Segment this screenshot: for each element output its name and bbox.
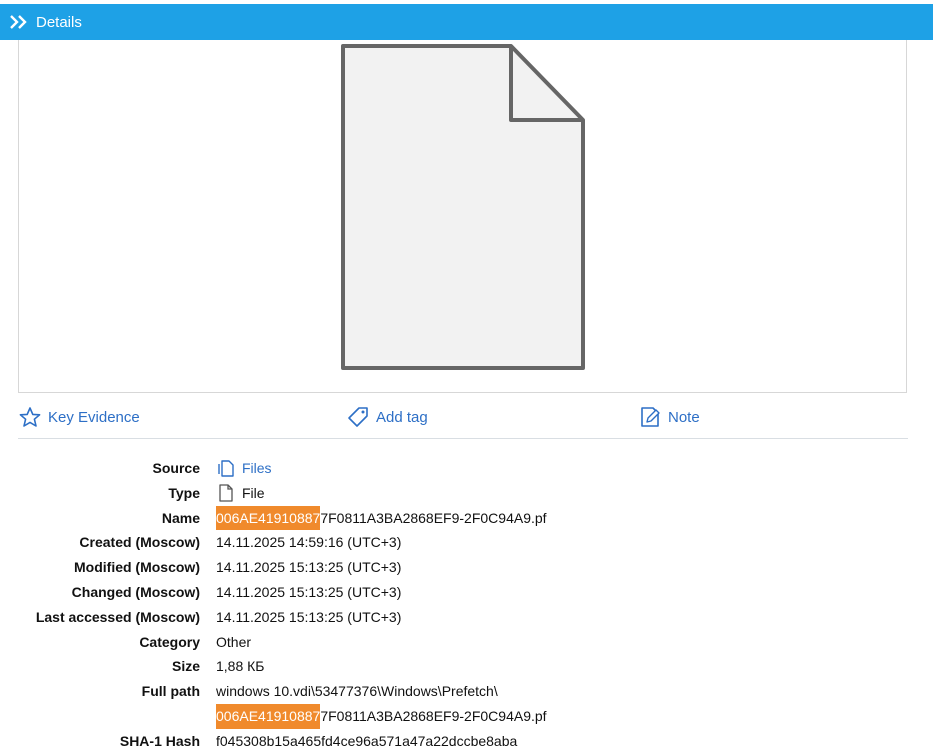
properties-list: Source Files Type File Name 006AE4191088… (0, 456, 933, 754)
property-name: Name 006AE41910887 7F0811A3BA2868EF9-2F0C… (0, 505, 933, 531)
property-type: Type File (0, 481, 933, 506)
property-size: Size 1,88 КБ (0, 654, 933, 679)
key-evidence-button[interactable]: Key Evidence (18, 402, 140, 432)
type-value: File (242, 484, 265, 501)
property-label: Category (139, 633, 200, 650)
file-icon (216, 483, 236, 503)
property-modified: Modified (Moscow) 14.11.2025 15:13:25 (U… (0, 555, 933, 580)
property-label: Type (168, 484, 200, 501)
file-preview (18, 40, 907, 393)
action-bar: Key Evidence Add tag Note (18, 402, 908, 439)
key-evidence-label: Key Evidence (48, 408, 140, 426)
changed-value: 14.11.2025 15:13:25 (UTC+3) (216, 583, 402, 600)
property-label: Modified (Moscow) (74, 559, 200, 576)
note-label: Note (668, 408, 700, 426)
property-label: Changed (Moscow) (71, 583, 200, 600)
last-accessed-value: 14.11.2025 15:13:25 (UTC+3) (216, 608, 402, 625)
modified-value: 14.11.2025 15:13:25 (UTC+3) (216, 559, 402, 576)
note-icon (641, 407, 660, 427)
double-chevron-right-icon[interactable] (8, 12, 32, 32)
property-changed: Changed (Moscow) 14.11.2025 15:13:25 (UT… (0, 580, 933, 605)
property-label: Source (152, 460, 200, 476)
property-full-path-cont: 006AE41910887 7F0811A3BA2868EF9-2F0C94A9.… (0, 703, 933, 729)
star-icon (19, 407, 41, 427)
document-icon (341, 44, 585, 370)
property-sha1: SHA-1 Hash f045308b15a465fd4ce96a571a47a… (0, 729, 933, 754)
add-tag-label: Add tag (376, 408, 428, 426)
property-category: Category Other (0, 630, 933, 655)
details-title: Details (36, 13, 82, 31)
details-header[interactable]: Details (0, 4, 933, 40)
size-value: 1,88 КБ (216, 658, 265, 675)
property-full-path: Full path windows 10.vdi\53477376\Window… (0, 679, 933, 704)
note-button[interactable]: Note (638, 402, 700, 432)
full-path-value: windows 10.vdi\53477376\Windows\Prefetch… (216, 683, 498, 700)
sha1-value: f045308b15a465fd4ce96a571a47a22dccbe8aba (216, 732, 518, 749)
property-label: SHA-1 Hash (119, 732, 200, 749)
name-value: 7F0811A3BA2868EF9-2F0C94A9.pf (320, 509, 547, 526)
property-created: Created (Moscow) 14.11.2025 14:59:16 (UT… (0, 530, 933, 555)
property-label: Full path (141, 683, 200, 700)
search-highlight: 006AE41910887 (216, 703, 321, 729)
property-label: Name (161, 509, 200, 526)
tag-icon (348, 407, 368, 427)
full-path-filename: 7F0811A3BA2868EF9-2F0C94A9.pf (320, 707, 547, 724)
files-icon (216, 458, 236, 478)
source-link[interactable]: Files (242, 456, 272, 481)
property-label: Created (Moscow) (79, 534, 200, 551)
property-last-accessed: Last accessed (Moscow) 14.11.2025 15:13:… (0, 605, 933, 630)
property-label: Last accessed (Moscow) (35, 608, 200, 625)
created-value: 14.11.2025 14:59:16 (UTC+3) (216, 534, 402, 551)
category-value: Other (216, 633, 252, 650)
search-highlight: 006AE41910887 (216, 505, 321, 531)
property-source: Source Files (0, 456, 933, 481)
property-label: Size (171, 658, 200, 675)
add-tag-button[interactable]: Add tag (346, 402, 428, 432)
